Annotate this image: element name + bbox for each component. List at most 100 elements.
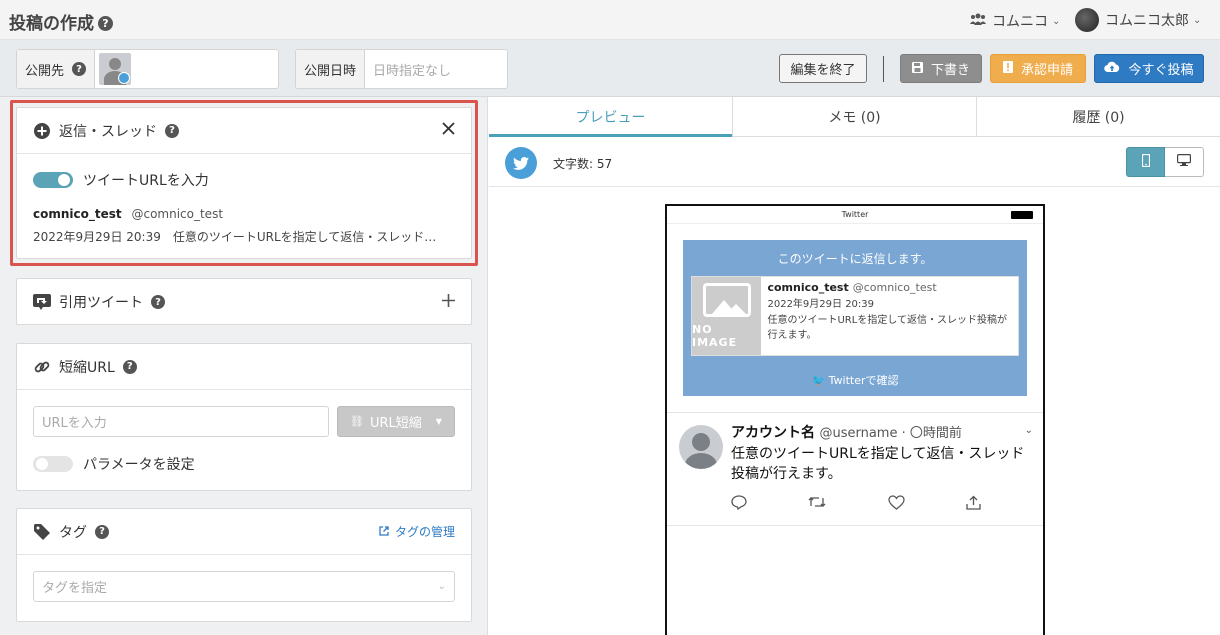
caret-down-icon: ▼ — [435, 417, 442, 426]
account-avatar — [99, 53, 132, 85]
top-header: 投稿の作成? コムニコ ⌄ コムニコ太郎 ⌄ — [0, 0, 1220, 40]
destination-label: 公開先 ? — [17, 50, 96, 88]
datetime-label: 公開日時 — [296, 50, 366, 88]
phone-preview: Twitter このツイートに返信します。 NO IMAGE comnico_t… — [665, 204, 1045, 635]
help-icon[interactable]: ? — [151, 295, 165, 309]
param-toggle-row: パラメータを設定 — [33, 454, 195, 474]
short-url-title: 短縮URL — [59, 359, 115, 376]
reply-banner: このツイートに返信します。 — [777, 252, 933, 266]
help-icon[interactable]: ? — [165, 123, 179, 138]
quoted-tweet: NO IMAGE comnico_test @comnico_test 2022年… — [691, 276, 1019, 356]
like-icon[interactable] — [888, 495, 905, 514]
battery-icon — [1011, 211, 1033, 219]
param-toggle[interactable] — [33, 456, 73, 472]
finish-edit-button[interactable]: 編集を終了 — [779, 54, 867, 83]
tweet-account-name: アカウント名 — [731, 425, 815, 441]
char-count: 文字数: 57 — [553, 157, 613, 171]
datetime-input[interactable]: 日時指定なし — [365, 50, 459, 88]
no-image-placeholder: NO IMAGE — [692, 277, 762, 355]
phone-status-title: Twitter — [841, 210, 869, 219]
tab-history[interactable]: 履歴 (0) — [977, 97, 1220, 136]
quoted-text: 任意のツイートURLを指定して返信・スレッド投稿が行えます。 — [767, 315, 1008, 341]
plus-icon[interactable] — [442, 293, 455, 311]
tweet-header: アカウント名 @username · 〇時間前 — [731, 422, 962, 442]
post-now-label: 今すぐ投稿 — [1128, 63, 1194, 78]
quote-tweet-header[interactable]: 引用ツイート ? — [17, 279, 471, 325]
cloud-upload-icon — [1104, 61, 1120, 76]
reply-target-account: comnico_test @comnico_test — [33, 207, 455, 221]
retweet-icon — [33, 294, 51, 310]
tweet-url-toggle-row: ツイートURLを入力 — [33, 170, 455, 190]
approval-request-button[interactable]: 承認申請 — [990, 54, 1086, 83]
reply-icon[interactable] — [731, 495, 747, 514]
team-switcher[interactable]: コムニコ ⌄ — [970, 11, 1060, 31]
help-icon[interactable]: ? — [122, 359, 137, 374]
destination-field[interactable]: 公開先 ? — [16, 49, 279, 89]
user-menu[interactable]: コムニコ太郎 ⌄ — [1075, 8, 1201, 32]
tag-title: タグ — [59, 524, 87, 541]
reply-thread-card: 返信・スレッド ? ツイートURLを入力 comnico_test @comni… — [16, 107, 472, 259]
draft-label: 下書き — [930, 63, 970, 78]
image-icon — [702, 283, 751, 317]
link-icon — [33, 359, 51, 375]
twitter-badge-icon — [118, 72, 131, 84]
retweet-icon[interactable] — [808, 495, 826, 514]
tweet-actions — [731, 495, 981, 514]
help-icon[interactable]: ? — [95, 524, 109, 539]
tag-icon — [33, 523, 51, 540]
desktop-view-button[interactable] — [1165, 147, 1204, 177]
param-toggle-label: パラメータを設定 — [83, 457, 195, 473]
tweet-meta: @username · 〇時間前 — [819, 426, 962, 441]
avatar — [679, 425, 723, 469]
twitter-confirm-link[interactable]: 🐦 Twitterで確認 — [683, 372, 1027, 388]
chevron-down-icon: ⌄ — [437, 581, 446, 592]
close-icon[interactable] — [442, 122, 455, 139]
tag-select[interactable]: タグを指定 ⌄ — [33, 571, 455, 602]
destination-account[interactable] — [95, 50, 135, 88]
quoted-date: 2022年9月29日 20:39 — [767, 299, 875, 310]
external-link-icon — [379, 525, 389, 539]
team-name: コムニコ — [992, 14, 1048, 30]
team-icon — [970, 13, 986, 29]
tag-manage-label: タグの管理 — [394, 525, 455, 539]
right-tabs: プレビュー メモ (0) 履歴 (0) — [489, 97, 1220, 137]
post-now-button[interactable]: 今すぐ投稿 — [1094, 54, 1204, 83]
mobile-view-button[interactable] — [1126, 147, 1165, 177]
tag-manage-link[interactable]: タグの管理 — [379, 523, 455, 540]
quote-tweet-card: 引用ツイート ? — [16, 278, 472, 325]
destination-label-text: 公開先 — [25, 63, 65, 79]
link-icon: ⛓ — [350, 415, 364, 428]
approval-label: 承認申請 — [1020, 63, 1073, 78]
tweet-url-toggle[interactable] — [33, 172, 73, 188]
quote-tweet-title: 引用ツイート — [59, 295, 143, 311]
tweet-preview: アカウント名 @username · 〇時間前 ⌄ 任意のツイートURLを指定し… — [667, 412, 1043, 526]
save-icon — [911, 61, 923, 76]
tab-preview[interactable]: プレビュー — [489, 97, 733, 137]
chevron-down-icon[interactable]: ⌄ — [1025, 425, 1033, 436]
shorten-url-button[interactable]: ⛓ URL短縮 ▼ — [337, 406, 455, 437]
user-name: コムニコ太郎 — [1105, 13, 1189, 29]
no-image-label: NO IMAGE — [692, 323, 738, 349]
tag-header: タグ ? タグの管理 — [17, 509, 471, 555]
short-url-header: 短縮URL ? — [17, 344, 471, 390]
chevron-down-icon: ⌄ — [1193, 14, 1202, 26]
reply-thread-title: 返信・スレッド — [59, 123, 157, 140]
toolbar-divider — [883, 56, 884, 82]
draft-button[interactable]: 下書き — [900, 54, 982, 83]
help-icon[interactable]: ? — [98, 16, 113, 31]
shorten-url-label: URL短縮 — [370, 416, 422, 431]
quoted-handle: @comnico_test — [852, 281, 937, 294]
tab-memo[interactable]: メモ (0) — [733, 97, 977, 136]
reply-thread-header: 返信・スレッド ? — [17, 108, 471, 154]
help-icon[interactable]: ? — [72, 62, 87, 76]
tag-card: タグ ? タグの管理 タグを指定 ⌄ — [16, 508, 472, 622]
short-url-card: 短縮URL ? URLを入力 ⛓ URL短縮 ▼ パラメータを設定 — [16, 343, 472, 491]
reply-target-preview: このツイートに返信します。 NO IMAGE comnico_test @comn… — [683, 240, 1027, 396]
datetime-field[interactable]: 公開日時 日時指定なし — [295, 49, 508, 89]
phone-status-bar: Twitter — [667, 206, 1043, 224]
avatar — [1075, 8, 1099, 32]
page-title: 投稿の作成? — [9, 9, 113, 34]
page-title-text: 投稿の作成 — [9, 14, 94, 34]
share-icon[interactable] — [966, 495, 981, 514]
url-input[interactable]: URLを入力 — [33, 406, 329, 437]
